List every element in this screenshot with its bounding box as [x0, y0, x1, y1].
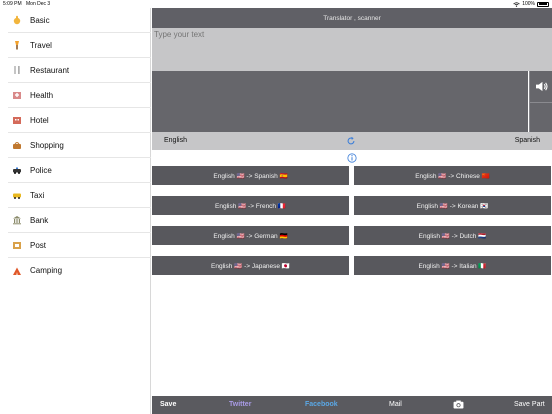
twitter-button[interactable]: Twitter [229, 401, 251, 408]
sidebar-item-label: Bank [30, 215, 49, 225]
status-time: 5:09 PM [3, 1, 22, 7]
sidebar-item-label: Health [30, 90, 54, 100]
taxi-icon [11, 189, 23, 201]
sidebar-item-label: Hotel [30, 115, 49, 125]
save-button[interactable]: Save [160, 401, 176, 408]
bottom-toolbar: Save Twitter Facebook Mail Save Part [152, 396, 552, 414]
wifi-icon [513, 1, 520, 7]
hand-icon [11, 14, 23, 26]
pair-button-label: English 🇺🇸 -> Dutch 🇳🇱 [418, 232, 487, 240]
sidebar-item-label: Post [30, 240, 47, 250]
sidebar-item-label: Taxi [30, 190, 45, 200]
translator-panel: Translator , scanner English Spanish [152, 8, 552, 414]
sidebar-item-police[interactable]: Police [8, 158, 151, 183]
sidebar-item-label: Shopping [30, 140, 64, 150]
sidebar-item-hotel[interactable]: Hotel [8, 108, 151, 133]
torch-icon [11, 39, 23, 51]
text-input[interactable] [154, 30, 550, 68]
sidebar-item-label: Police [30, 165, 52, 175]
pair-button-label: English 🇺🇸 -> Korean 🇰🇷 [416, 202, 489, 210]
pair-button-label: English 🇺🇸 -> German 🇩🇪 [213, 232, 288, 240]
sidebar-item-bank[interactable]: Bank [8, 208, 151, 233]
sidebar-item-health[interactable]: Health [8, 83, 151, 108]
save-part-button[interactable]: Save Part [514, 401, 545, 408]
battery-percent: 100% [522, 1, 535, 7]
camera-icon[interactable] [453, 400, 464, 409]
pair-button-english-french[interactable]: English 🇺🇸 -> French 🇫🇷 [152, 196, 349, 215]
status-date: Mon Dec 3 [26, 1, 51, 7]
language-bar: English Spanish [152, 132, 552, 150]
pair-button-label: English 🇺🇸 -> French 🇫🇷 [215, 202, 286, 210]
pair-button-english-japanese[interactable]: English 🇺🇸 -> Japanese 🇯🇵 [152, 256, 349, 275]
pair-button-english-dutch[interactable]: English 🇺🇸 -> Dutch 🇳🇱 [354, 226, 551, 245]
info-icon[interactable] [347, 153, 357, 163]
sidebar-item-post[interactable]: Post [8, 233, 151, 258]
sidebar-item-shopping[interactable]: Shopping [8, 133, 151, 158]
status-bar: 5:09 PM Mon Dec 3 100% [0, 0, 552, 8]
speaker-icon [536, 81, 548, 92]
speaker-button[interactable] [530, 71, 552, 103]
pair-button-label: English 🇺🇸 -> Japanese 🇯🇵 [211, 262, 290, 270]
pair-button-label: English 🇺🇸 -> Chinese 🇨🇳 [415, 172, 490, 180]
hotel-icon [11, 114, 23, 126]
translation-output [152, 71, 528, 132]
hospital-icon [11, 89, 23, 101]
sidebar-item-label: Camping [30, 266, 63, 275]
sidebar-item-label: Restaurant [30, 65, 70, 75]
category-sidebar: Basic Travel Restaurant Health Hotel Sho… [0, 8, 151, 414]
post-office-icon [11, 239, 23, 251]
shopping-bag-icon [11, 139, 23, 151]
source-language[interactable]: English [164, 137, 187, 144]
sidebar-item-taxi[interactable]: Taxi [8, 183, 151, 208]
screen: 5:09 PM Mon Dec 3 100% Basic Travel Rest… [0, 0, 552, 414]
sidebar-item-basic[interactable]: Basic [8, 8, 151, 33]
cutlery-icon [11, 64, 23, 76]
sidebar-item-restaurant[interactable]: Restaurant [8, 58, 151, 83]
sidebar-item-travel[interactable]: Travel [8, 33, 151, 58]
police-car-icon [11, 164, 23, 176]
sidebar-item-label: Basic [30, 15, 50, 25]
sidebar-item-camping[interactable]: Camping [8, 258, 151, 283]
bank-icon [11, 214, 23, 226]
speaker-panel [529, 71, 552, 132]
battery-icon [537, 1, 549, 7]
facebook-button[interactable]: Facebook [305, 401, 338, 408]
pair-button-english-spanish[interactable]: English 🇺🇸 -> Spanish 🇪🇸 [152, 166, 349, 185]
pair-button-label: English 🇺🇸 -> Italian 🇮🇹 [418, 262, 487, 270]
input-area [152, 28, 552, 71]
page-title: Translator , scanner [323, 14, 381, 22]
pair-button-english-chinese[interactable]: English 🇺🇸 -> Chinese 🇨🇳 [354, 166, 551, 185]
title-bar: Translator , scanner [152, 8, 552, 28]
pair-button-english-italian[interactable]: English 🇺🇸 -> Italian 🇮🇹 [354, 256, 551, 275]
tent-icon [11, 265, 23, 277]
mail-button[interactable]: Mail [389, 401, 402, 408]
sidebar-item-label: Travel [30, 40, 52, 50]
swap-languages-icon[interactable] [346, 136, 356, 146]
pair-button-english-korean[interactable]: English 🇺🇸 -> Korean 🇰🇷 [354, 196, 551, 215]
target-language[interactable]: Spanish [515, 137, 540, 144]
pair-button-english-german[interactable]: English 🇺🇸 -> German 🇩🇪 [152, 226, 349, 245]
pair-button-label: English 🇺🇸 -> Spanish 🇪🇸 [213, 172, 288, 180]
status-indicators: 100% [513, 1, 549, 7]
